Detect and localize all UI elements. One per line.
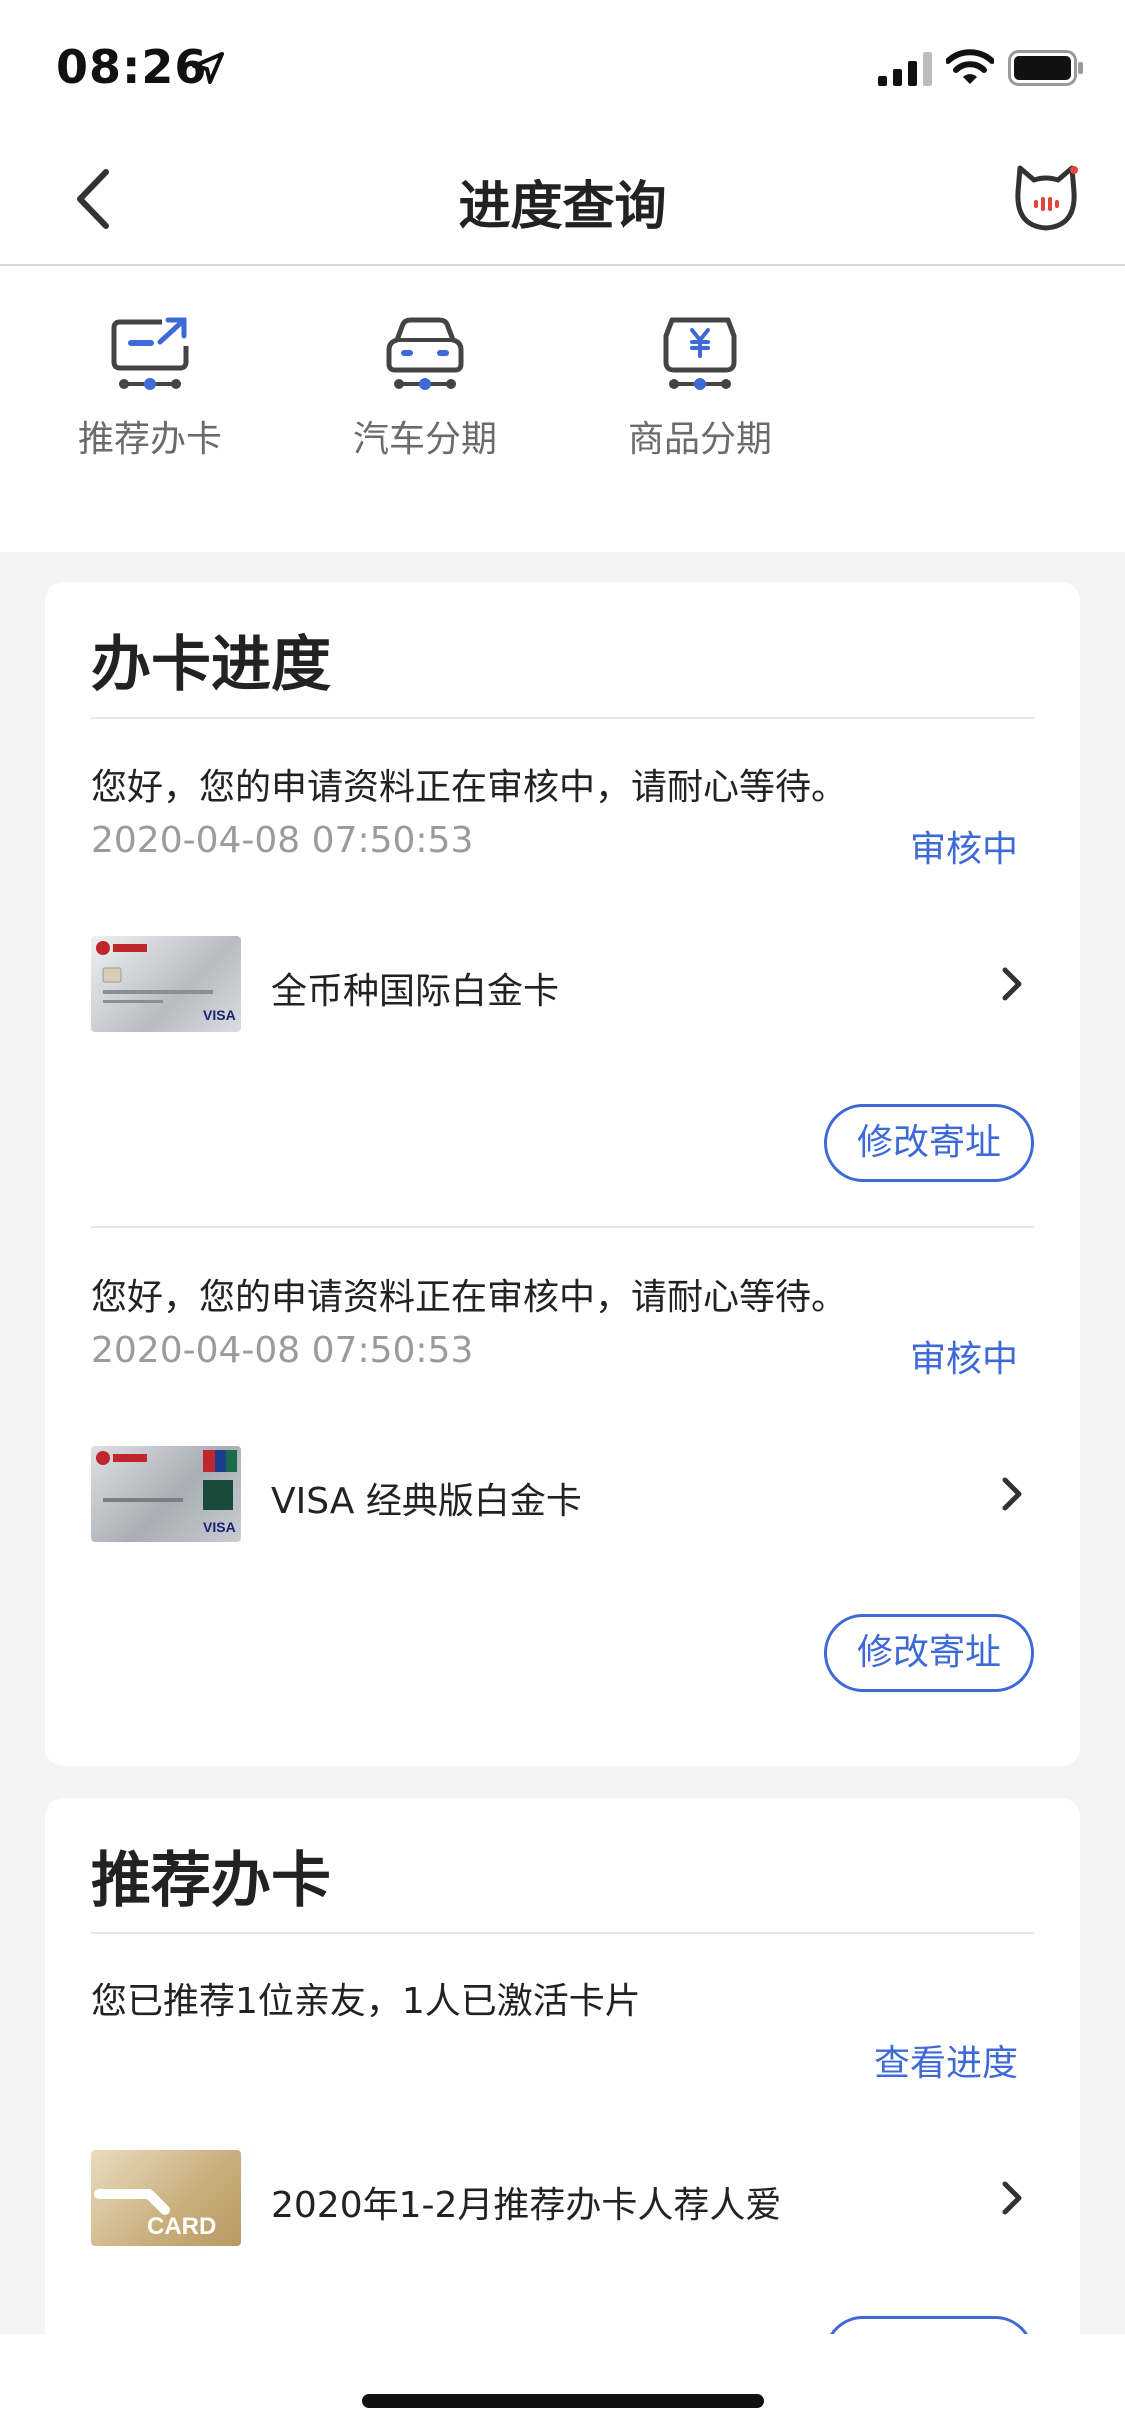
svg-text:VISA: VISA [203, 1007, 236, 1023]
battery-icon [1008, 50, 1083, 86]
card-thumbnail: CARD [91, 2150, 241, 2246]
status-bar: 08:26 [0, 0, 1125, 132]
progress-message: 您好，您的申请资料正在审核中，请耐心等待。 [91, 767, 848, 808]
signal-icon [878, 52, 932, 86]
yen-box-icon [663, 317, 737, 390]
recommend-row[interactable]: CARD 2020年1-2月推荐办卡人荐人爱 [91, 2150, 1034, 2246]
status-badge: 审核中 [909, 829, 1018, 870]
progress-date: 2020-04-08 07:50:53 [91, 1330, 474, 1371]
nav-bar: 进度查询 [0, 132, 1125, 266]
chevron-right-icon [1002, 1477, 1022, 1511]
card-thumbnail: VISA [91, 1446, 241, 1542]
home-bar-area [0, 2334, 1125, 2436]
divider [91, 717, 1034, 719]
car-icon [386, 317, 464, 390]
shortcut-label: 汽车分期 [352, 419, 497, 460]
progress-card: 办卡进度 您好，您的申请资料正在审核中，请耐心等待。 2020-04-08 07… [45, 582, 1080, 1766]
shortcut-bar: 推荐办卡 汽车分期 商品分期 [0, 266, 1125, 552]
card-name: 全币种国际白金卡 [271, 971, 560, 1012]
progress-message: 您好，您的申请资料正在审核中，请耐心等待。 [91, 1277, 848, 1318]
section-title: 推荐办卡 [91, 1846, 331, 1916]
card-row[interactable]: VISA 全币种国际白金卡 [91, 936, 1034, 1032]
recommend-item-name: 2020年1-2月推荐办卡人荐人爱 [271, 2185, 782, 2226]
shortcut-recommend-card[interactable]: 推荐办卡 [50, 316, 250, 462]
svg-text:VISA: VISA [203, 1519, 236, 1535]
shortcut-goods-installment[interactable]: 商品分期 [600, 316, 800, 462]
card-name: VISA 经典版白金卡 [271, 1481, 582, 1522]
section-title: 办卡进度 [91, 630, 331, 700]
chevron-right-icon [1002, 2181, 1022, 2215]
shortcut-car-installment[interactable]: 汽车分期 [325, 316, 525, 462]
chevron-right-icon [1002, 967, 1022, 1001]
modify-address-button[interactable]: 修改寄址 [824, 1104, 1034, 1182]
card-thumb-text: CARD [147, 2213, 216, 2240]
card-refer-icon [111, 317, 189, 390]
status-badge: 审核中 [909, 1339, 1018, 1380]
assistant-cat-icon[interactable] [1010, 162, 1082, 234]
card-thumbnail: VISA [91, 936, 241, 1032]
divider [91, 1226, 1034, 1228]
shortcut-label: 商品分期 [627, 419, 772, 460]
divider [91, 1932, 1034, 1934]
recommend-card: 推荐办卡 您已推荐1位亲友，1人已激活卡片 查看进度 CARD 2020年1-2… [45, 1798, 1080, 2398]
card-row[interactable]: VISA VISA 经典版白金卡 [91, 1446, 1034, 1542]
location-arrow-icon [192, 52, 224, 84]
recommend-message: 您已推荐1位亲友，1人已激活卡片 [91, 1981, 641, 2022]
status-time: 08:26 [56, 40, 208, 94]
view-progress-link[interactable]: 查看进度 [874, 2034, 1018, 2086]
shortcut-label: 推荐办卡 [77, 419, 222, 460]
home-indicator[interactable] [362, 2394, 764, 2408]
modify-address-button[interactable]: 修改寄址 [824, 1614, 1034, 1692]
progress-date: 2020-04-08 07:50:53 [91, 820, 474, 861]
wifi-icon [946, 49, 994, 84]
page-title: 进度查询 [458, 177, 667, 237]
